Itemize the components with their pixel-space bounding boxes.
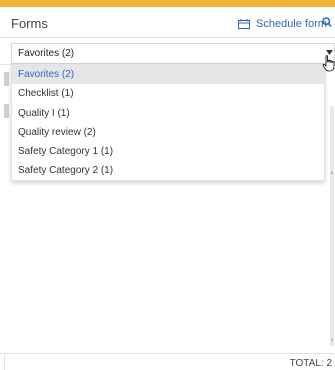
dropdown-option[interactable]: Quality I (1): [12, 104, 324, 123]
footer-divider: [4, 354, 5, 370]
list-row-marker: [4, 72, 9, 86]
forms-header: Forms Schedule form: [0, 7, 335, 38]
total-count: TOTAL: 2: [289, 358, 332, 369]
dropdown-option[interactable]: Safety Category 1 (1): [12, 142, 324, 161]
scroll-down-arrow[interactable]: ▼: [329, 338, 335, 344]
dropdown-option[interactable]: Safety Category 2 (1): [12, 161, 324, 180]
scrollbar[interactable]: [330, 106, 334, 346]
scroll-up-arrow[interactable]: ▲: [329, 170, 335, 176]
forms-footer: TOTAL: 2: [0, 353, 335, 370]
category-dropdown-menu: Favorites (2) Checklist (1) Quality I (1…: [11, 64, 325, 181]
search-icon[interactable]: [322, 17, 332, 28]
category-select-value: Favorites (2): [18, 48, 75, 59]
dropdown-option[interactable]: Checklist (1): [12, 84, 324, 103]
dropdown-option[interactable]: Quality review (2): [12, 123, 324, 142]
calendar-icon: [238, 19, 250, 29]
hand-cursor-icon: [322, 55, 335, 72]
dropdown-option[interactable]: Favorites (2): [12, 65, 324, 85]
list-row-marker: [4, 104, 9, 118]
category-select[interactable]: Favorites (2): [11, 43, 335, 64]
schedule-form-button[interactable]: Schedule form: [238, 18, 327, 30]
accent-bar: [0, 0, 335, 7]
page-title: Forms: [11, 16, 48, 31]
schedule-form-label: Schedule form: [256, 18, 327, 30]
